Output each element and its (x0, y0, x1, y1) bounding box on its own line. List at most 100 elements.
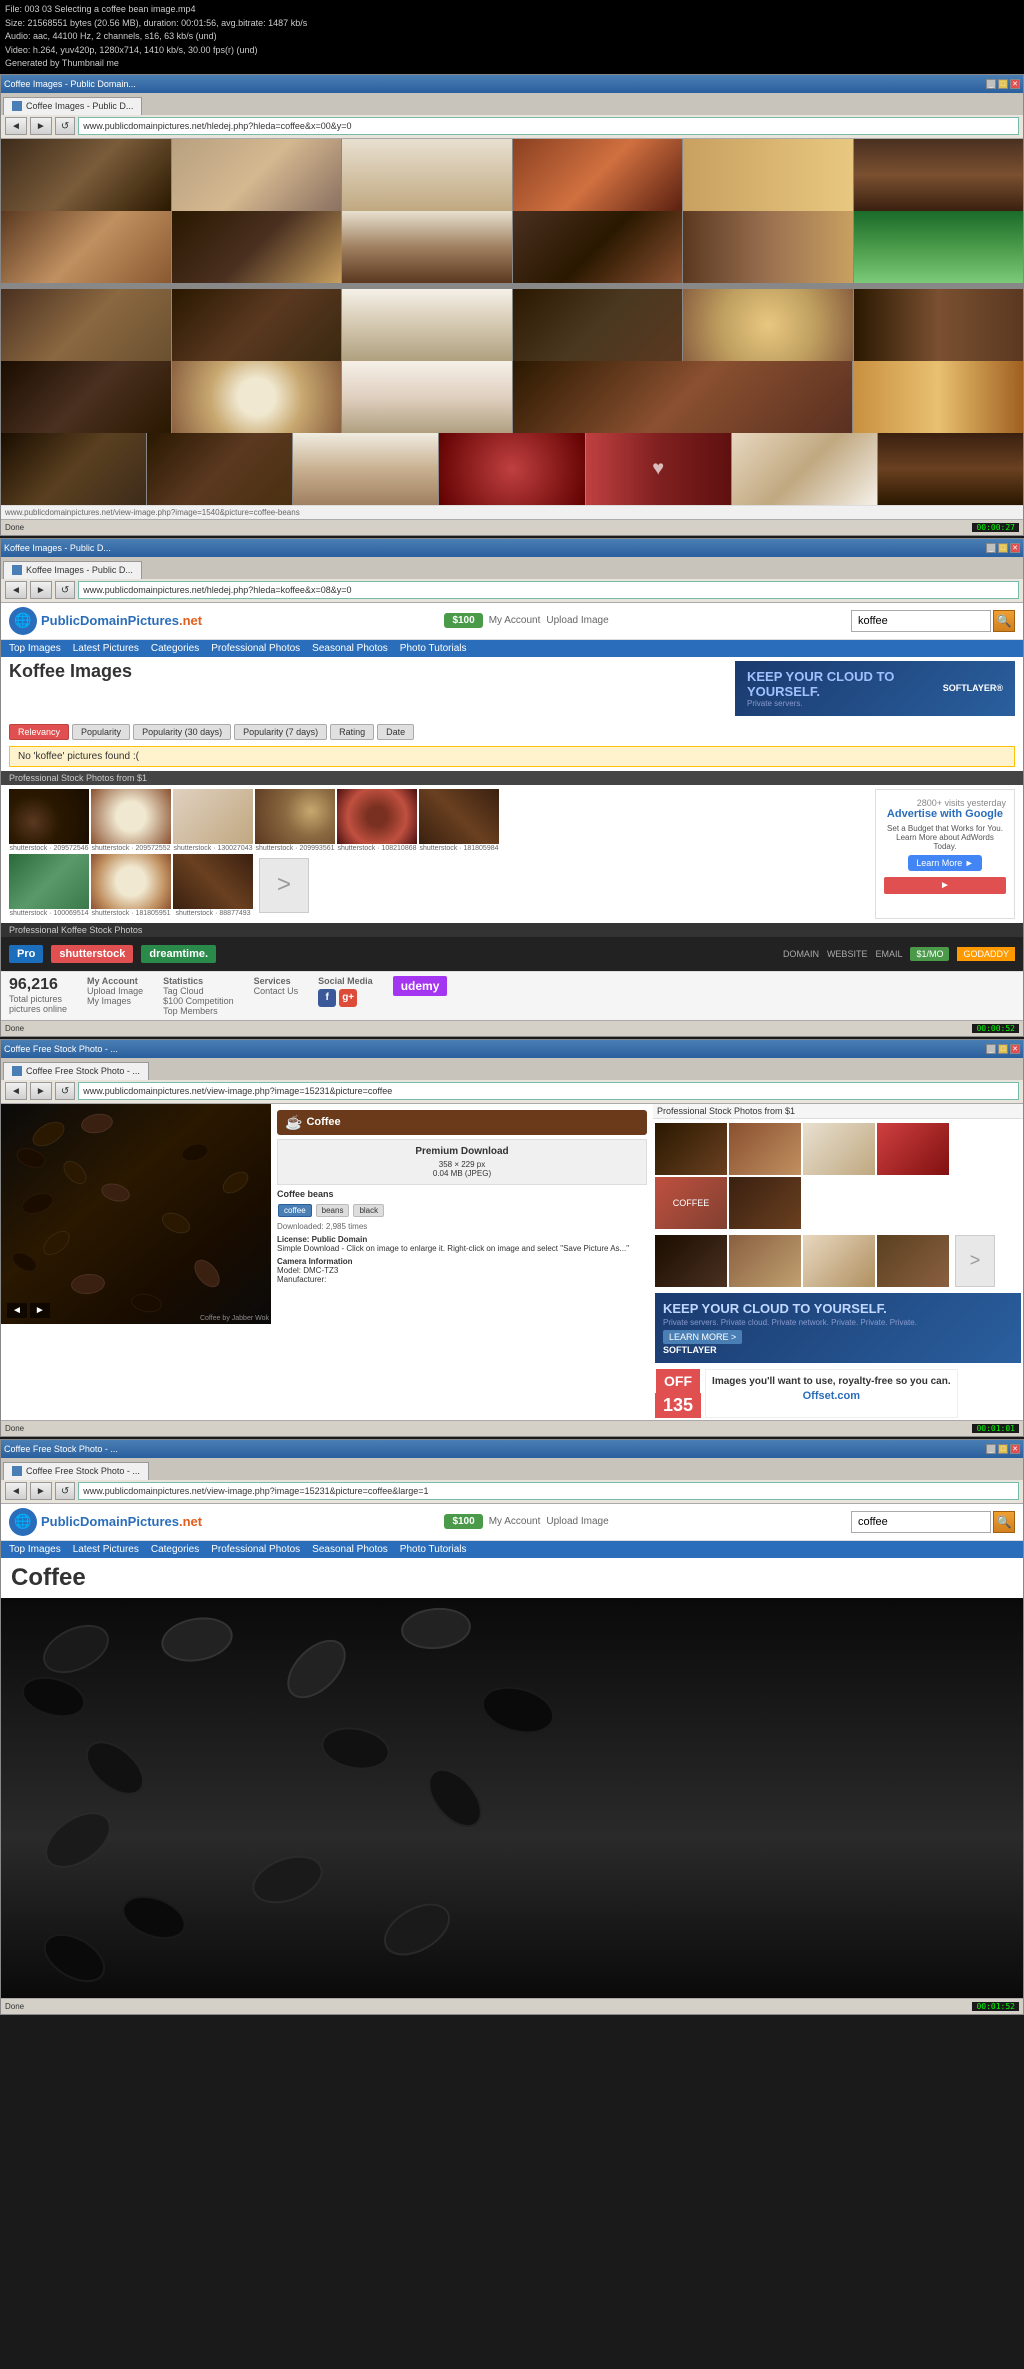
nav-professional-photos[interactable]: Professional Photos (211, 643, 300, 654)
refresh-btn-4[interactable]: ↺ (55, 1482, 75, 1500)
coffee-image-20[interactable] (172, 361, 342, 433)
coffee-image-7[interactable] (1, 211, 171, 283)
donate-badge-4[interactable]: $100 (444, 1514, 482, 1529)
nav-categories[interactable]: Categories (151, 643, 199, 654)
address-bar-3[interactable]: www.publicdomainpictures.net/view-image.… (78, 1082, 1019, 1100)
minimize-btn-4[interactable]: _ (986, 1444, 996, 1454)
next-page-btn[interactable]: > (259, 858, 309, 913)
forward-btn-1[interactable]: ► (30, 117, 52, 135)
forward-btn-2[interactable]: ► (30, 581, 52, 599)
my-account-link[interactable]: My Account (489, 615, 541, 626)
stock-thumb-1[interactable] (9, 789, 89, 844)
filter-popularity[interactable]: Popularity (72, 724, 130, 740)
next-page-right[interactable]: > (955, 1235, 995, 1287)
coffee-image-15[interactable] (342, 289, 512, 361)
coffee-image-23[interactable] (853, 361, 1023, 433)
pro-thumb-6[interactable] (729, 1177, 801, 1229)
tab-koffee[interactable]: Koffee Images - Public D... (3, 561, 142, 579)
coffee-image-28[interactable]: ♥ (586, 433, 731, 505)
coffee-image-4[interactable] (513, 139, 683, 211)
pro-thumb-4[interactable] (877, 1123, 949, 1175)
restore-btn-2[interactable]: □ (998, 543, 1008, 553)
coffee-image-10[interactable] (513, 211, 683, 283)
coffee-image-8[interactable] (172, 211, 342, 283)
restore-btn-1[interactable]: □ (998, 79, 1008, 89)
restore-btn-3[interactable]: □ (998, 1044, 1008, 1054)
coffee-image-14[interactable] (172, 289, 342, 361)
refresh-btn-3[interactable]: ↺ (55, 1082, 75, 1100)
tag-black[interactable]: black (353, 1204, 384, 1217)
search-input-4[interactable] (851, 1511, 991, 1533)
coffee-image-16[interactable] (513, 289, 683, 361)
nav-latest-pictures[interactable]: Latest Pictures (73, 643, 139, 654)
coffee-image-1[interactable] (1, 139, 171, 211)
close-btn-1[interactable]: ✕ (1010, 79, 1020, 89)
coffee-image-21[interactable] (342, 361, 512, 433)
large-coffee-image[interactable] (1, 1598, 1023, 1998)
refresh-btn-1[interactable]: ↺ (55, 117, 75, 135)
address-bar-1[interactable]: www.publicdomainpictures.net/hledej.php?… (78, 117, 1019, 135)
minimize-btn-1[interactable]: _ (986, 79, 996, 89)
stock-thumb-5[interactable] (337, 789, 417, 844)
my-account-link-4[interactable]: My Account (489, 1516, 541, 1527)
back-btn-2[interactable]: ◄ (5, 581, 27, 599)
stock-thumb-9[interactable] (173, 854, 253, 909)
tab-coffee-stock[interactable]: Coffee Free Stock Photo - ... (3, 1062, 149, 1080)
donate-badge[interactable]: $100 (444, 613, 482, 628)
pro-thumb-5[interactable]: COFFEE (655, 1177, 727, 1229)
nav-photo-tutorials[interactable]: Photo Tutorials (400, 643, 467, 654)
stock-thumb-6[interactable] (419, 789, 499, 844)
filter-date[interactable]: Date (377, 724, 414, 740)
minimize-btn-3[interactable]: _ (986, 1044, 996, 1054)
stock-thumb-8[interactable] (91, 854, 171, 909)
filter-pop30[interactable]: Popularity (30 days) (133, 724, 231, 740)
coffee-image-25[interactable] (147, 433, 292, 505)
back-btn-1[interactable]: ◄ (5, 117, 27, 135)
coffee-image-29[interactable] (732, 433, 877, 505)
coffee-image-2[interactable] (172, 139, 342, 211)
stock-thumb-4[interactable] (255, 789, 335, 844)
coffee-image-24[interactable] (1, 433, 146, 505)
nav-seasonal-photos[interactable]: Seasonal Photos (312, 643, 388, 654)
prev-image-btn[interactable]: ◄ (7, 1303, 27, 1318)
pro-thumb-7[interactable] (655, 1235, 727, 1287)
minimize-btn-2[interactable]: _ (986, 543, 996, 553)
coffee-image-9[interactable] (342, 211, 512, 283)
godaddy-ad[interactable]: GODADDY (957, 947, 1015, 961)
address-bar-4[interactable]: www.publicdomainpictures.net/view-image.… (78, 1482, 1019, 1500)
adwords-btn[interactable]: Learn More ► (908, 855, 981, 871)
pro-thumb-8[interactable] (729, 1235, 801, 1287)
back-btn-3[interactable]: ◄ (5, 1082, 27, 1100)
back-btn-4[interactable]: ◄ (5, 1482, 27, 1500)
tag-beans[interactable]: beans (316, 1204, 350, 1217)
coffee-image-6[interactable] (854, 139, 1024, 211)
pro-thumb-2[interactable] (729, 1123, 801, 1175)
coffee-image-13[interactable] (1, 289, 171, 361)
nav-seasonal-photos-4[interactable]: Seasonal Photos (312, 1544, 388, 1555)
forward-btn-4[interactable]: ► (30, 1482, 52, 1500)
filter-relevancy[interactable]: Relevancy (9, 724, 69, 740)
coffee-image-11[interactable] (683, 211, 853, 283)
nav-top-images-4[interactable]: Top Images (9, 1544, 61, 1555)
search-btn-2[interactable]: 🔍 (993, 610, 1015, 632)
coffee-image-26[interactable] (293, 433, 438, 505)
coffee-image-22[interactable] (513, 361, 852, 433)
nav-professional-photos-4[interactable]: Professional Photos (211, 1544, 300, 1555)
stock-thumb-3[interactable] (173, 789, 253, 844)
pro-thumb-9[interactable] (803, 1235, 875, 1287)
next-image-btn[interactable]: ► (30, 1303, 50, 1318)
learn-more-btn[interactable]: LEARN MORE > (663, 1330, 742, 1344)
coffee-image-12[interactable] (854, 211, 1024, 283)
restore-btn-4[interactable]: □ (998, 1444, 1008, 1454)
tab-coffee-images[interactable]: Coffee Images - Public D... (3, 97, 142, 115)
coffee-image-19[interactable] (1, 361, 171, 433)
nav-photo-tutorials-4[interactable]: Photo Tutorials (400, 1544, 467, 1555)
address-bar-2[interactable]: www.publicdomainpictures.net/hledej.php?… (78, 581, 1019, 599)
upload-image-link[interactable]: Upload Image (546, 615, 608, 626)
pro-thumb-3[interactable] (803, 1123, 875, 1175)
facebook-icon[interactable]: f (318, 989, 336, 1007)
coffee-image-17[interactable] (683, 289, 853, 361)
stock-thumb-7[interactable] (9, 854, 89, 909)
nav-categories-4[interactable]: Categories (151, 1544, 199, 1555)
forward-btn-3[interactable]: ► (30, 1082, 52, 1100)
